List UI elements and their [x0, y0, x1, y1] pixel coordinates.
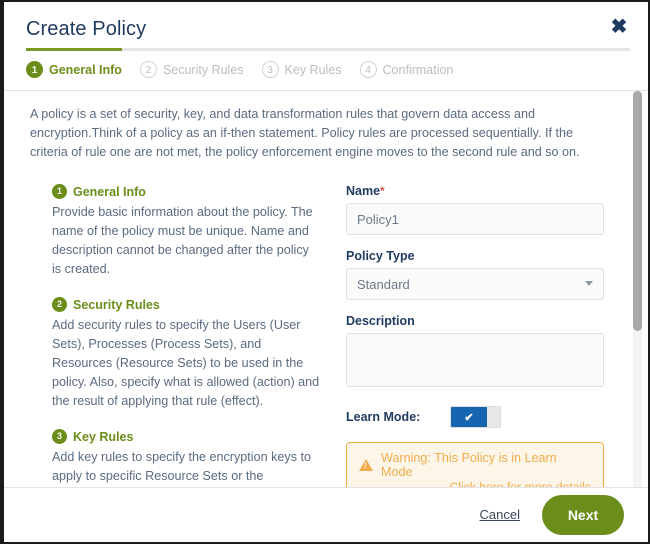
step-key-rules[interactable]: 3 Key Rules [262, 61, 342, 78]
toggle-knob: ✔ [451, 407, 487, 427]
help-section-security-rules: 2 Security Rules Add security rules to s… [52, 297, 320, 411]
policy-type-select[interactable] [346, 268, 604, 300]
intro-text: A policy is a set of security, key, and … [30, 105, 618, 162]
help-column: 1 General Info Provide basic information… [52, 184, 320, 487]
step-indicator: 1 General Info 2 Security Rules 3 Key Ru… [4, 51, 648, 78]
next-button[interactable]: Next [542, 495, 624, 535]
step-number: 4 [360, 61, 377, 78]
form-column: Name* Policy Type Description Learn Mode… [346, 184, 604, 487]
learn-mode-warning: Warning: This Policy is in Learn Mode Cl… [346, 442, 604, 487]
scrollbar-thumb[interactable] [633, 91, 642, 331]
policy-type-field-group: Policy Type [346, 249, 604, 300]
body-scrollbar[interactable] [633, 91, 642, 487]
warning-line: Warning: This Policy is in Learn Mode [359, 451, 591, 479]
create-policy-dialog: Create Policy ✖ 1 General Info 2 Securit… [0, 0, 650, 544]
step-label: Key Rules [285, 63, 342, 77]
step-confirmation[interactable]: 4 Confirmation [360, 61, 454, 78]
help-section-number: 3 [52, 429, 67, 444]
title-underline [26, 48, 630, 51]
help-section-title: Security Rules [73, 298, 160, 312]
dialog-footer: Cancel Next [4, 488, 648, 541]
name-label: Name* [346, 184, 604, 198]
dialog-body: A policy is a set of security, key, and … [4, 91, 648, 487]
help-section-body: Add key rules to specify the encryption … [52, 448, 320, 487]
required-marker: * [380, 184, 385, 198]
step-label: Security Rules [163, 63, 244, 77]
help-section-header: 3 Key Rules [52, 429, 320, 444]
help-section-title: Key Rules [73, 430, 133, 444]
step-general-info[interactable]: 1 General Info [26, 61, 122, 78]
help-section-key-rules: 3 Key Rules Add key rules to specify the… [52, 429, 320, 487]
step-security-rules[interactable]: 2 Security Rules [140, 61, 244, 78]
cancel-button[interactable]: Cancel [480, 507, 520, 522]
page-title: Create Policy [26, 16, 626, 42]
name-label-text: Name [346, 184, 380, 198]
body-columns: 1 General Info Provide basic information… [30, 184, 618, 487]
step-number: 2 [140, 61, 157, 78]
policy-type-label: Policy Type [346, 249, 604, 263]
learn-mode-label: Learn Mode: [346, 410, 450, 424]
warning-triangle-icon [359, 459, 373, 471]
step-number: 1 [26, 61, 43, 78]
step-label: Confirmation [383, 63, 454, 77]
help-section-number: 2 [52, 297, 67, 312]
close-icon[interactable]: ✖ [608, 16, 630, 38]
name-field-group: Name* [346, 184, 604, 235]
help-section-header: 1 General Info [52, 184, 320, 199]
description-field-group: Description [346, 314, 604, 392]
help-section-general-info: 1 General Info Provide basic information… [52, 184, 320, 279]
step-label: General Info [49, 63, 122, 77]
warning-details-link[interactable]: Click here for more details [359, 480, 591, 487]
description-textarea[interactable] [346, 333, 604, 387]
description-label: Description [346, 314, 604, 328]
help-section-body: Provide basic information about the poli… [52, 203, 320, 279]
help-section-number: 1 [52, 184, 67, 199]
learn-mode-toggle[interactable]: ✔ [450, 406, 501, 428]
help-section-body: Add security rules to specify the Users … [52, 316, 320, 411]
dialog-header: Create Policy ✖ [4, 2, 648, 51]
help-section-title: General Info [73, 185, 146, 199]
help-section-header: 2 Security Rules [52, 297, 320, 312]
step-number: 3 [262, 61, 279, 78]
policy-type-select-wrapper [346, 268, 604, 300]
name-input[interactable] [346, 203, 604, 235]
learn-mode-row: Learn Mode: ✔ [346, 406, 604, 428]
warning-text: Warning: This Policy is in Learn Mode [381, 451, 591, 479]
